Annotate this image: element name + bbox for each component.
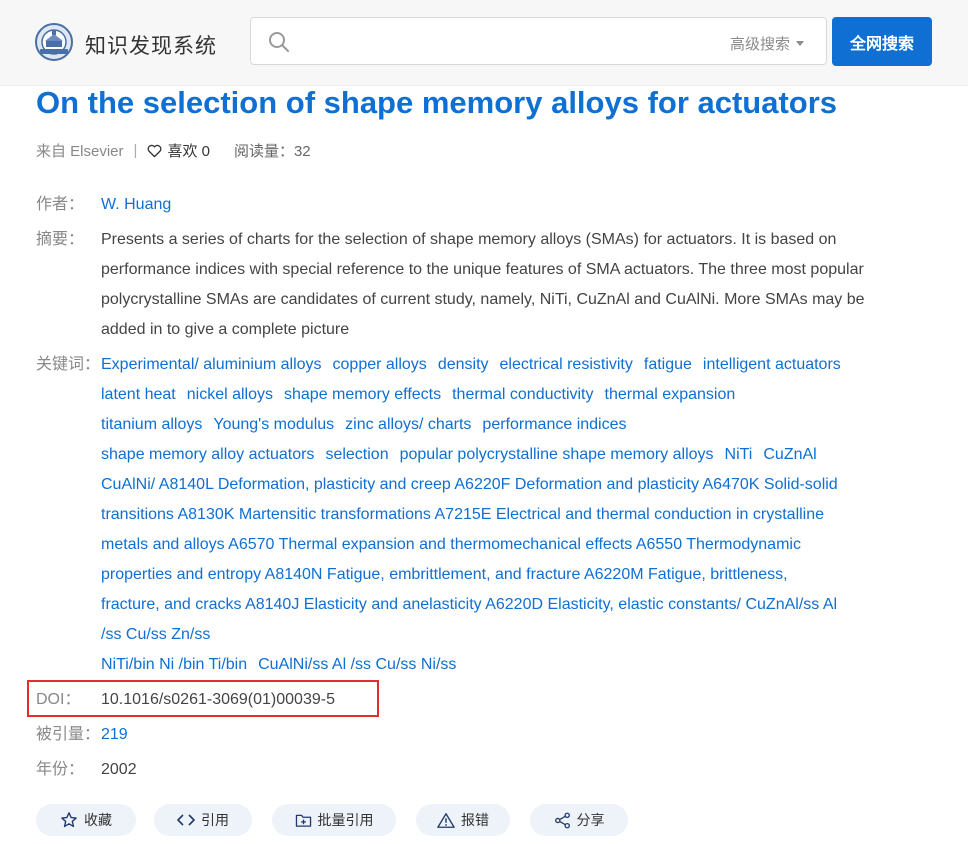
university-logo-icon[interactable] — [34, 22, 74, 62]
cited-label: 被引量： — [36, 726, 101, 743]
keyword-line: titanium alloys Young's modulus zinc alloy… — [101, 410, 946, 440]
keyword-link[interactable]: transitions A8130K Martensitic transform… — [101, 506, 824, 523]
keyword-link[interactable]: CuZnAl — [763, 446, 816, 463]
abstract-row: 摘要： Presents a series of charts for the … — [36, 225, 946, 345]
cited-count-link[interactable]: 219 — [101, 726, 128, 743]
keyword-line: metals and alloys A6570 Thermal expansio… — [101, 530, 946, 560]
author-link[interactable]: W. Huang — [101, 196, 171, 213]
abstract-label: 摘要： — [36, 231, 85, 248]
report-error-button[interactable]: 报错 — [416, 804, 510, 836]
abstract-line: polycrystalline SMAs are candidates of c… — [101, 291, 865, 308]
folder-icon — [295, 814, 311, 827]
keyword-link[interactable]: shape memory effects — [284, 386, 441, 403]
divider: | — [133, 142, 138, 159]
keyword-link[interactable]: titanium alloys — [101, 416, 202, 433]
favorite-label: 收藏 — [84, 812, 112, 828]
top-header: 知识发现系统 高级搜索 全网搜索 — [0, 0, 968, 86]
heart-icon — [148, 144, 162, 157]
keyword-link[interactable]: thermal conductivity — [452, 386, 593, 403]
keywords-row: 关键词： Experimental/ aluminium alloys coppe… — [36, 350, 946, 680]
keywords-label: 关键词： — [36, 356, 101, 373]
keyword-link[interactable]: CuAlNi/ A8140L Deformation, plasticity a… — [101, 476, 838, 493]
keyword-line: properties and entropy A8140N Fatigue, e… — [101, 560, 946, 590]
doi-highlight-box — [27, 680, 379, 717]
keyword-link[interactable]: performance indices — [482, 416, 626, 433]
keywords-list: Experimental/ aluminium alloys copper all… — [101, 350, 946, 680]
share-icon — [554, 812, 570, 828]
keyword-link[interactable]: NiTi — [725, 446, 753, 463]
author-row: 作者： W. Huang — [36, 190, 946, 220]
cite-label: 引用 — [201, 812, 229, 828]
keyword-link[interactable]: intelligent actuators — [703, 356, 841, 373]
abstract-line: added in to give a complete picture — [101, 321, 350, 338]
keyword-line: NiTi/bin Ni /bin Ti/bin CuAlNi/ss Al /ss … — [101, 650, 946, 680]
year-row: 年份： 2002 — [36, 755, 946, 785]
keyword-line: Experimental/ aluminium alloys copper all… — [101, 350, 946, 380]
keyword-link[interactable]: latent heat — [101, 386, 176, 403]
keyword-link[interactable]: shape memory alloy actuators — [101, 446, 314, 463]
batch-cite-button[interactable]: 批量引用 — [272, 804, 396, 836]
keyword-line: fracture, and cracks A8140J Elasticity a… — [101, 590, 946, 620]
search-box: 高级搜索 — [250, 17, 827, 65]
keyword-link[interactable]: Experimental/ aluminium alloys — [101, 356, 322, 373]
keyword-line: latent heat nickel alloys shape memory eff… — [101, 380, 946, 410]
paper-title[interactable]: On the selection of shape memory alloys … — [36, 85, 837, 121]
advanced-search-label: 高级搜索 — [729, 36, 790, 53]
keyword-link[interactable]: density — [438, 356, 489, 373]
year-label: 年份： — [36, 761, 85, 778]
cite-button[interactable]: 引用 — [154, 804, 252, 836]
keyword-line: /ss Cu/ss Zn/ss — [101, 620, 946, 650]
keyword-link[interactable]: NiTi/bin Ni /bin Ti/bin — [101, 656, 247, 673]
paper-meta: 来自 Elsevier | 喜欢 0 阅读量：32 — [36, 140, 311, 161]
app-title: 知识发现系统 — [85, 35, 217, 58]
author-label: 作者： — [36, 196, 85, 213]
keyword-line: CuAlNi/ A8140L Deformation, plasticity a… — [101, 470, 946, 500]
abstract-line: Presents a series of charts for the sele… — [101, 231, 837, 248]
keyword-link[interactable]: copper alloys — [333, 356, 427, 373]
warning-icon — [437, 812, 455, 828]
abstract-text: Presents a series of charts for the sele… — [101, 225, 946, 345]
like-count: 喜欢 0 — [167, 143, 210, 160]
share-button[interactable]: 分享 — [530, 804, 628, 836]
keyword-link[interactable]: /ss Cu/ss Zn/ss — [101, 626, 210, 643]
search-input[interactable] — [301, 26, 701, 56]
abstract-line: performance indices with special referen… — [101, 261, 864, 278]
keyword-link[interactable]: fracture, and cracks A8140J Elasticity a… — [101, 596, 837, 613]
report-error-label: 报错 — [461, 812, 489, 828]
cited-row: 被引量： 219 — [36, 720, 946, 750]
keyword-line: transitions A8130K Martensitic transform… — [101, 500, 946, 530]
advanced-search-dropdown[interactable]: 高级搜索 — [730, 33, 804, 54]
keyword-link[interactable]: popular polycrystalline shape memory all… — [400, 446, 714, 463]
like-button[interactable]: 喜欢 0 — [147, 140, 210, 161]
batch-cite-label: 批量引用 — [317, 812, 374, 828]
keyword-link[interactable]: electrical resistivity — [500, 356, 633, 373]
keyword-link[interactable]: fatigue — [644, 356, 692, 373]
search-icon — [269, 32, 289, 52]
keyword-link[interactable]: CuAlNi/ss Al /ss Cu/ss Ni/ss — [258, 656, 456, 673]
star-icon — [61, 812, 77, 828]
keyword-link[interactable]: zinc alloys/ charts — [345, 416, 471, 433]
keyword-link[interactable]: metals and alloys A6570 Thermal expansio… — [101, 536, 801, 553]
year-value: 2002 — [101, 761, 137, 778]
read-count: 阅读量：32 — [233, 143, 311, 160]
keyword-link[interactable]: Young's modulus — [213, 416, 334, 433]
favorite-button[interactable]: 收藏 — [36, 804, 136, 836]
keyword-line: shape memory alloy actuators selection pop… — [101, 440, 946, 470]
chevron-down-icon — [796, 41, 804, 46]
keyword-link[interactable]: thermal expansion — [605, 386, 736, 403]
web-search-button[interactable]: 全网搜索 — [832, 17, 932, 66]
keyword-link[interactable]: properties and entropy A8140N Fatigue, e… — [101, 566, 788, 583]
source-label: 来自 Elsevier — [36, 143, 124, 160]
keyword-link[interactable]: nickel alloys — [187, 386, 273, 403]
keyword-link[interactable]: selection — [325, 446, 388, 463]
share-label: 分享 — [576, 812, 605, 828]
code-icon — [177, 814, 195, 826]
